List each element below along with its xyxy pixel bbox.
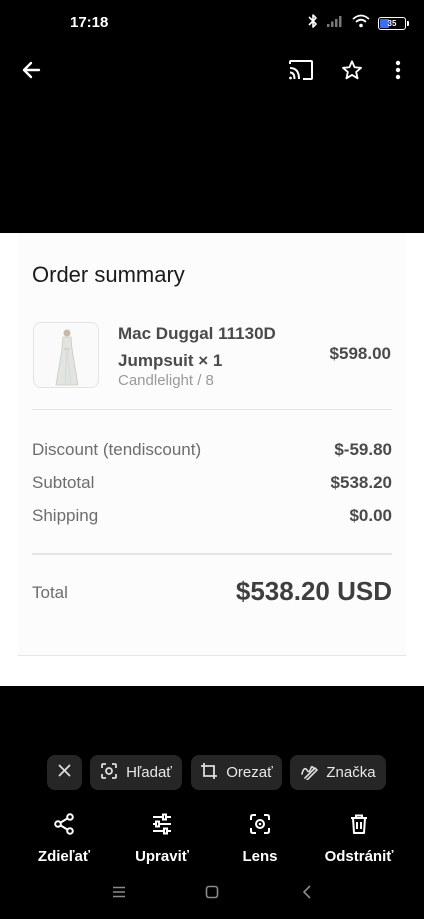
lens-button[interactable]: Lens [215, 812, 305, 865]
shipping-label: Shipping [32, 506, 99, 525]
close-chip[interactable] [47, 755, 82, 790]
markup-chip-label: Značka [326, 764, 376, 781]
item-divider [32, 409, 392, 410]
subtotal-value: $538.20 [330, 473, 392, 492]
battery-icon: 35 [378, 16, 409, 30]
delete-label: Odstrániť [324, 848, 394, 865]
crop-icon [200, 762, 218, 784]
shipping-value: $0.00 [349, 506, 392, 525]
battery-level: 35 [387, 18, 397, 28]
screenshot-image[interactable]: Order summary Mac Duggal 11130D Jumpsuit… [0, 233, 424, 686]
cast-icon[interactable] [281, 50, 321, 90]
more-vert-icon[interactable] [378, 50, 418, 90]
recents-icon[interactable] [107, 881, 131, 903]
discount-value: $-59.80 [334, 440, 392, 459]
markup-icon [300, 762, 319, 784]
status-time: 17:18 [70, 14, 109, 31]
subtotal-label: Subtotal [32, 473, 95, 492]
search-chip-label: Hľadať [126, 764, 172, 781]
order-summary-title: Order summary [32, 262, 185, 287]
status-icons: 35 [308, 13, 409, 34]
delete-button[interactable]: Odstrániť [314, 812, 404, 865]
top-bar [0, 46, 424, 94]
dress-thumbnail [33, 322, 99, 388]
system-nav-bar [0, 875, 424, 909]
star-icon[interactable] [332, 50, 372, 90]
back-icon[interactable] [295, 881, 319, 903]
status-bar: 17:18 35 [0, 0, 424, 46]
lens-label: Lens [242, 848, 278, 865]
delete-icon [347, 812, 371, 841]
item-price: $598.00 [329, 344, 391, 363]
item-variant: Candlelight / 8 [118, 372, 214, 389]
bluetooth-icon [308, 13, 318, 34]
crop-chip[interactable]: Orezať [191, 755, 282, 790]
share-button[interactable]: Zdieľať [19, 812, 109, 865]
total-label: Total [32, 583, 68, 602]
crop-chip-label: Orezať [226, 764, 273, 781]
close-icon [58, 764, 71, 781]
share-icon [52, 812, 76, 841]
wifi-icon [352, 14, 370, 33]
bottom-actions: Zdieľať Upraviť Lens Odstrániť [0, 812, 424, 868]
item-name: Mac Duggal 11130D Jumpsuit × 1 [118, 324, 276, 370]
search-chip[interactable]: Hľadať [90, 755, 182, 790]
share-label: Zdieľať [37, 848, 91, 865]
totals-divider [32, 553, 392, 555]
lens-chips: Hľadať Orezať Značka [0, 755, 424, 790]
home-icon[interactable] [200, 881, 224, 903]
total-value: $538.20 USD [235, 576, 392, 606]
edit-button[interactable]: Upraviť [117, 812, 207, 865]
edit-label: Upraviť [135, 848, 189, 865]
markup-chip[interactable]: Značka [290, 755, 386, 790]
search-lens-icon [100, 762, 118, 784]
back-arrow-icon[interactable] [11, 50, 51, 90]
signal-icon [326, 14, 344, 33]
discount-label: Discount (tendiscount) [32, 440, 202, 459]
lens-icon [248, 812, 272, 841]
card-divider [18, 655, 406, 656]
edit-sliders-icon [150, 812, 174, 841]
